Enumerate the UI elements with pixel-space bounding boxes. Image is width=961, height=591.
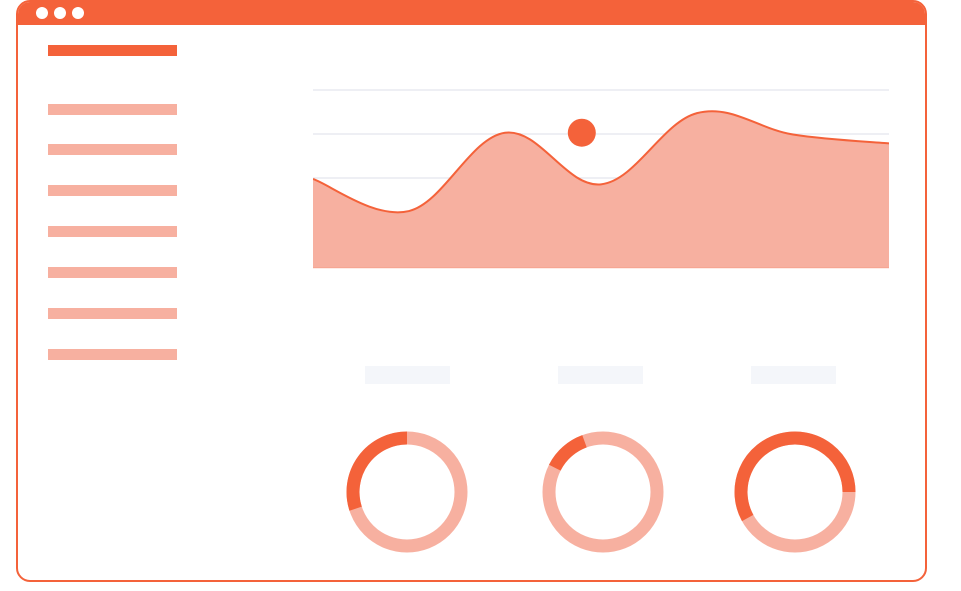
app-window: [16, 0, 927, 582]
donut-2-value-arc: [548, 435, 588, 471]
titlebar: [18, 2, 925, 25]
donut-chart-3: [734, 431, 856, 553]
donut-3-value-arc: [734, 431, 856, 522]
tab-placeholder-3[interactable]: [751, 366, 836, 384]
sidebar-item-4[interactable]: [48, 226, 177, 237]
highlight-point[interactable]: [567, 118, 596, 147]
sidebar-item-6[interactable]: [48, 308, 177, 319]
tab-placeholder-1[interactable]: [365, 366, 450, 384]
donut-1-value-arc: [346, 431, 408, 511]
window-dot-close[interactable]: [36, 7, 48, 19]
tab-placeholder-2[interactable]: [558, 366, 643, 384]
donut-chart-1: [346, 431, 468, 553]
window-dot-minimize[interactable]: [54, 7, 66, 19]
sidebar-item-2[interactable]: [48, 144, 177, 155]
area-chart: [313, 89, 889, 269]
sidebar-item-1[interactable]: [48, 104, 177, 115]
sidebar-item-5[interactable]: [48, 267, 177, 278]
sidebar-header: [48, 45, 177, 56]
sidebar-item-3[interactable]: [48, 185, 177, 196]
window-dot-maximize[interactable]: [72, 7, 84, 19]
donut-chart-2: [542, 431, 664, 553]
sidebar-item-7[interactable]: [48, 349, 177, 360]
